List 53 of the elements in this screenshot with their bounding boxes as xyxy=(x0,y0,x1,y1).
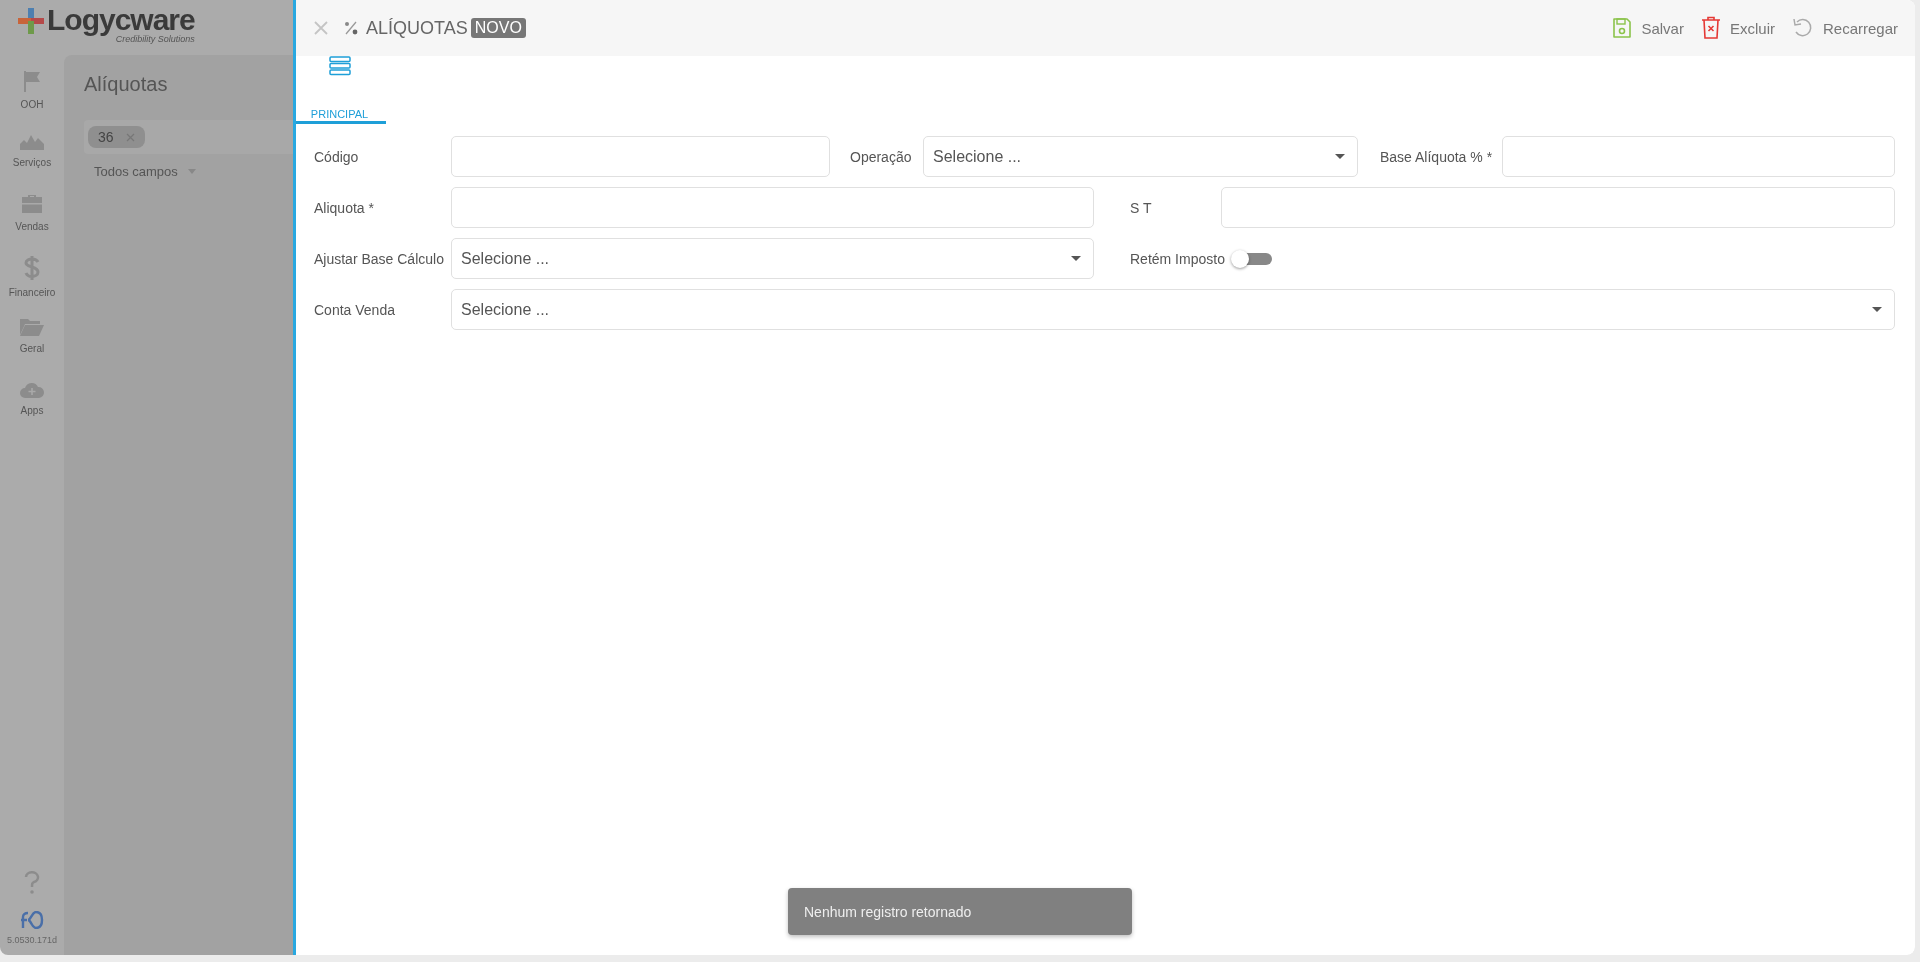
trash-icon xyxy=(1700,16,1721,40)
field-label: Operação xyxy=(850,148,913,165)
filter-chip[interactable]: 36 xyxy=(88,126,145,148)
logo-icon xyxy=(18,8,44,34)
field-label: Conta Venda xyxy=(314,301,396,318)
text-field[interactable] xyxy=(451,136,830,177)
text-field[interactable] xyxy=(451,187,1094,228)
save-button[interactable]: Salvar xyxy=(1612,17,1684,39)
caret-icon xyxy=(1071,256,1081,261)
sidebar-item[interactable]: Serviços xyxy=(0,117,64,179)
page-title: Alíquotas xyxy=(84,73,169,96)
version-label: 5.0530.171d xyxy=(6,935,58,945)
sidebar-item[interactable]: Geral xyxy=(0,303,64,365)
toast-message: Nenhum registro retornado xyxy=(788,888,1132,935)
percent-icon xyxy=(344,21,358,35)
folder-icon xyxy=(19,317,45,337)
layers-icon xyxy=(328,56,351,76)
select-field[interactable]: Selecione ... xyxy=(451,238,1094,279)
sidebar-item[interactable]: OOH xyxy=(0,55,64,117)
text-field[interactable] xyxy=(1502,136,1895,177)
close-icon[interactable] xyxy=(314,21,328,35)
logo-tagline: Credibility Solutions xyxy=(115,34,195,44)
delete-button[interactable]: Excluir xyxy=(1700,16,1775,40)
tab[interactable]: PRINCIPAL xyxy=(296,56,386,124)
help-icon[interactable] xyxy=(24,871,40,895)
sidebar-item[interactable]: Apps xyxy=(0,365,64,427)
select-field[interactable]: Selecione ... xyxy=(451,289,1895,330)
field-label: S T xyxy=(1130,199,1153,216)
select-field[interactable]: Selecione ... xyxy=(923,136,1358,177)
dollar-icon xyxy=(22,255,42,281)
sidebar-item[interactable]: Financeiro xyxy=(0,241,64,303)
status-badge: NOVO xyxy=(470,18,526,38)
close-icon[interactable] xyxy=(125,132,135,142)
save-icon xyxy=(1612,17,1633,39)
toggle-switch[interactable] xyxy=(1231,252,1272,265)
sidebar-item[interactable]: Vendas xyxy=(0,179,64,241)
field-label: Retém Imposto xyxy=(1130,250,1226,267)
field-label: Base Alíquota % * xyxy=(1380,148,1494,165)
logo-name: Logycware xyxy=(47,5,195,35)
field-dropdown[interactable]: Todos campos xyxy=(94,164,293,179)
field-label: Código xyxy=(314,148,360,165)
field-label: Aliquota * xyxy=(314,199,375,216)
fx-logo-icon xyxy=(20,911,44,929)
reload-icon xyxy=(1791,17,1814,39)
search-field[interactable]: 36 xyxy=(84,120,293,154)
caret-icon xyxy=(1872,307,1882,312)
briefcase-icon xyxy=(20,193,44,215)
caret-icon xyxy=(1335,154,1345,159)
text-field[interactable] xyxy=(1221,187,1895,228)
caret-icon xyxy=(187,169,196,174)
panel-title: ALÍQUOTAS xyxy=(366,17,468,39)
reload-button[interactable]: Recarregar xyxy=(1791,17,1898,39)
field-label: Ajustar Base Cálculo xyxy=(314,250,445,267)
